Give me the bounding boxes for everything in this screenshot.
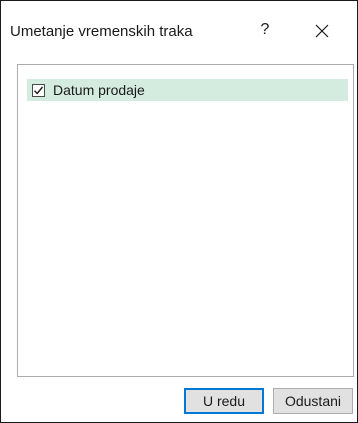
cancel-button[interactable]: Odustani bbox=[273, 388, 353, 414]
list-item-datum-prodaje[interactable]: Datum prodaje bbox=[27, 79, 348, 101]
ok-button[interactable]: U redu bbox=[184, 388, 264, 414]
insert-timelines-dialog: Umetanje vremenskih traka ? Datum prodaj… bbox=[0, 0, 358, 423]
timeline-field-list[interactable]: Datum prodaje bbox=[17, 64, 354, 377]
checkbox[interactable] bbox=[32, 83, 45, 97]
list-item-label: Datum prodaje bbox=[53, 82, 145, 98]
close-button[interactable] bbox=[307, 18, 337, 44]
dialog-title: Umetanje vremenskih traka bbox=[10, 23, 193, 40]
checkmark-icon bbox=[34, 86, 44, 95]
close-icon bbox=[315, 24, 329, 38]
help-button[interactable]: ? bbox=[254, 18, 276, 42]
